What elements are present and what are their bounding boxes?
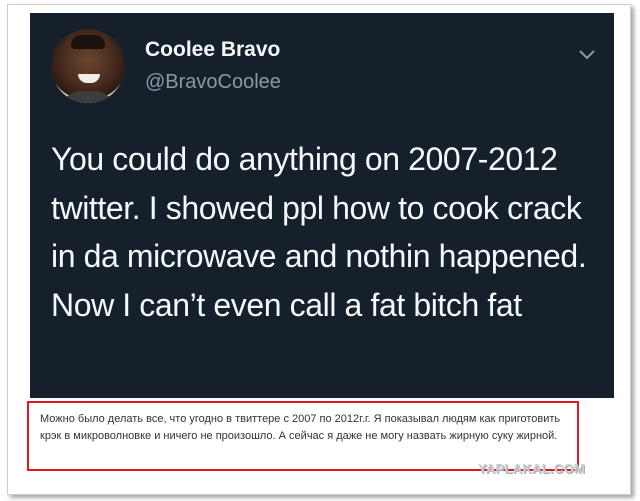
avatar-smile [78,74,100,83]
tweet-card: Coolee Bravo @BravoCoolee You could do a… [30,13,614,398]
watermark: YAPLAKAL.COM [478,461,586,476]
avatar-shirt [61,91,115,103]
tweet-text: You could do anything on 2007-2012 twitt… [51,141,587,323]
chevron-down-icon[interactable] [578,49,596,61]
user-handle[interactable]: @BravoCoolee [145,71,281,94]
avatar[interactable] [51,29,125,103]
display-name[interactable]: Coolee Bravo [145,38,280,62]
avatar-hair [71,35,105,49]
